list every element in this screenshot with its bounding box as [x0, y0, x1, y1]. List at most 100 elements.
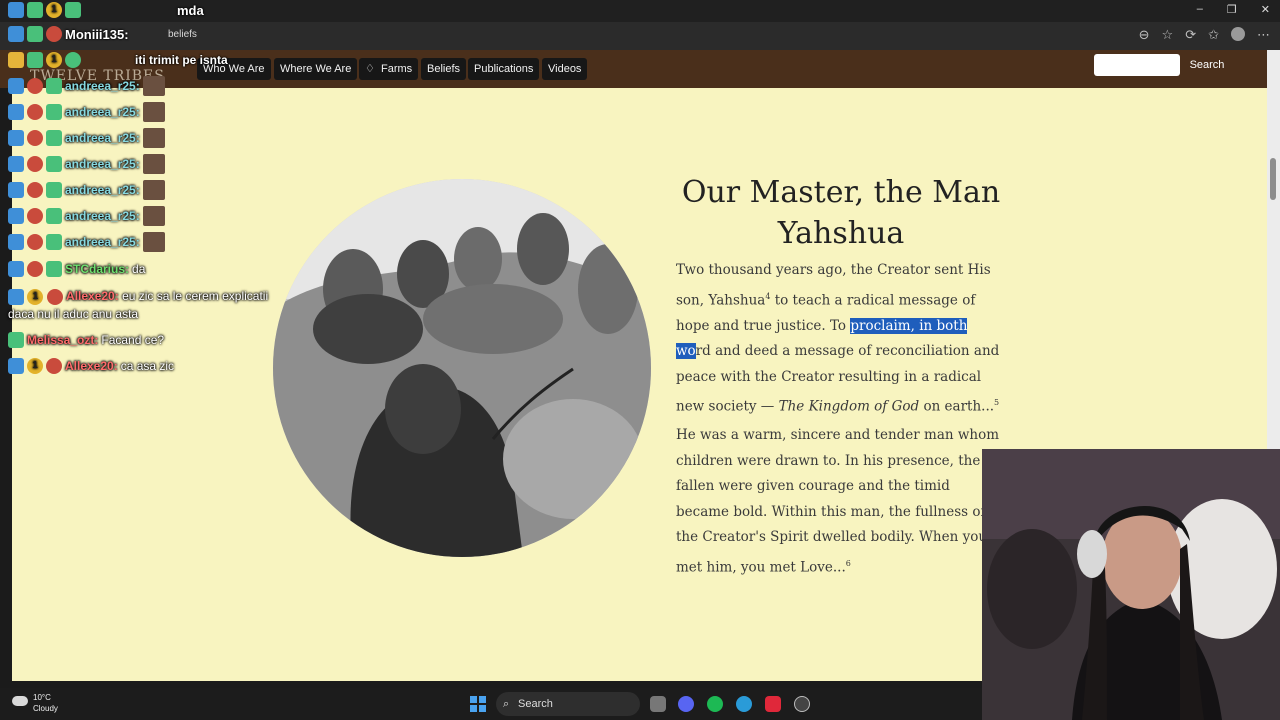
- badge-icon: 1: [27, 288, 44, 305]
- crown-icon: [8, 52, 24, 68]
- footnote-5[interactable]: 5: [994, 398, 999, 407]
- nav-farms-label: Farms: [381, 63, 413, 75]
- chat-username: mda: [177, 2, 204, 18]
- chat-message: Melissa_ozt: Facand ce?: [8, 330, 164, 350]
- discord-icon[interactable]: [678, 696, 694, 712]
- p1-text-d: on earth...: [919, 398, 995, 415]
- badge-icon: [8, 26, 24, 42]
- badge-icon: 1: [46, 52, 62, 68]
- badge-icon: [27, 261, 43, 277]
- badge-icon: [46, 234, 62, 250]
- badge-icon: [8, 358, 24, 374]
- spotify-icon[interactable]: [707, 696, 723, 712]
- chat-message-text: Facand ce?: [101, 333, 165, 347]
- chat-message-text: iti trimit pe isnta: [135, 53, 228, 67]
- chat-message: 1 Allexe20: eu zic sa le cerem explicati…: [8, 287, 270, 323]
- footnote-6[interactable]: 6: [846, 559, 851, 568]
- chat-username: STCdarius:: [65, 262, 130, 276]
- badge-icon: [8, 261, 24, 277]
- badge-icon: [27, 234, 43, 250]
- windows-start-icon[interactable]: [470, 696, 486, 712]
- scrollbar-thumb[interactable]: [1270, 158, 1276, 200]
- badge-icon: 1: [46, 2, 62, 18]
- chat-message: andreea_r25:: [8, 232, 165, 252]
- p1-italic-text: The Kingdom of God: [778, 398, 920, 415]
- chat-username: andreea_r25:: [65, 157, 140, 171]
- favorites-icon[interactable]: ✩: [1208, 27, 1219, 43]
- badge-icon: [46, 130, 62, 146]
- minimize-button[interactable]: –: [1197, 3, 1203, 16]
- badge-icon: [46, 288, 63, 305]
- site-search-button[interactable]: Search: [1184, 55, 1230, 75]
- bell-icon: ♢: [365, 63, 375, 75]
- weather-condition: Cloudy: [33, 704, 58, 713]
- chat-message: andreea_r25:: [8, 102, 165, 122]
- badge-icon: [46, 104, 62, 120]
- chat-message: 1 Allexe20: ca asa zic: [8, 356, 174, 376]
- profile-avatar[interactable]: [1231, 27, 1245, 41]
- maximize-button[interactable]: ❐: [1227, 3, 1237, 16]
- chat-username: Allexe20:: [65, 359, 118, 373]
- reader-icon[interactable]: ⊖: [1139, 27, 1150, 43]
- chat-username: andreea_r25:: [65, 79, 140, 93]
- windows-taskbar: 10°C Cloudy ⌕ Search: [0, 688, 982, 720]
- chat-message: andreea_r25:: [8, 206, 165, 226]
- nav-where-we-are[interactable]: Where We Are: [274, 58, 358, 80]
- nav-beliefs[interactable]: Beliefs: [421, 58, 467, 80]
- badge-icon: [27, 2, 43, 18]
- badge-icon: [46, 208, 62, 224]
- badge-icon: [46, 182, 62, 198]
- badge-icon: [46, 78, 62, 94]
- chat-username: andreea_r25:: [65, 105, 140, 119]
- chat-message-text: ca asa zic: [120, 359, 175, 373]
- chat-username: andreea_r25:: [65, 131, 140, 145]
- emote-icon: [142, 206, 165, 226]
- article-heading: Our Master, the Man Yahshua: [681, 175, 1001, 251]
- badge-icon: [27, 182, 43, 198]
- favorite-star-icon[interactable]: ☆: [1162, 27, 1174, 43]
- article-paragraph-1[interactable]: Two thousand years ago, the Creator sent…: [676, 258, 1002, 421]
- chat-username: Melissa_ozt:: [27, 333, 99, 347]
- badge-icon: [46, 26, 62, 42]
- webcam-overlay: [982, 449, 1280, 720]
- edge-icon[interactable]: [736, 696, 752, 712]
- emote-icon: [142, 154, 165, 174]
- chat-message: STCdarius: da: [8, 259, 145, 279]
- article-paragraph-2[interactable]: He was a warm, sincere and tender man wh…: [676, 423, 1002, 581]
- verified-icon: [65, 52, 81, 68]
- app-red-icon[interactable]: [765, 696, 781, 712]
- badge-icon: [8, 2, 24, 18]
- chat-message: Moniii135:: [8, 24, 129, 44]
- more-menu-icon[interactable]: ⋯: [1257, 27, 1270, 43]
- extensions-icon[interactable]: ⟳: [1185, 27, 1196, 43]
- stream-chat-overlay: 1 mda Moniii135: 1 iti trimit pe isnta a…: [8, 0, 278, 390]
- emote-icon: [142, 232, 165, 252]
- close-button[interactable]: ✕: [1261, 3, 1270, 16]
- file-explorer-icon[interactable]: [650, 696, 666, 712]
- badge-icon: [27, 52, 43, 68]
- chat-message: andreea_r25:: [8, 128, 165, 148]
- taskbar-search[interactable]: ⌕ Search: [496, 692, 640, 716]
- badge-icon: [8, 332, 24, 348]
- nav-videos[interactable]: Videos: [542, 58, 588, 80]
- chat-username: andreea_r25:: [65, 209, 140, 223]
- badge-icon: [27, 156, 43, 172]
- taskbar-search-label: Search: [518, 698, 553, 710]
- emote-icon: [142, 76, 165, 96]
- p2-text: He was a warm, sincere and tender man wh…: [676, 427, 1000, 576]
- cloud-icon: [12, 696, 28, 706]
- badge-icon: [8, 234, 24, 250]
- badge-icon: [46, 156, 62, 172]
- nav-farms[interactable]: ♢ Farms: [359, 58, 419, 80]
- badge-icon: [27, 130, 43, 146]
- badge-icon: [27, 104, 43, 120]
- badge-icon: [27, 26, 43, 42]
- obs-icon[interactable]: [794, 696, 810, 712]
- chat-message-text: da: [132, 262, 146, 276]
- badge-icon: [27, 208, 43, 224]
- nav-publications[interactable]: Publications: [468, 58, 540, 80]
- chat-message: 1 mda: [8, 0, 204, 20]
- chat-message: andreea_r25:: [8, 76, 165, 96]
- site-search-input[interactable]: [1094, 54, 1180, 76]
- badge-icon: [8, 208, 24, 224]
